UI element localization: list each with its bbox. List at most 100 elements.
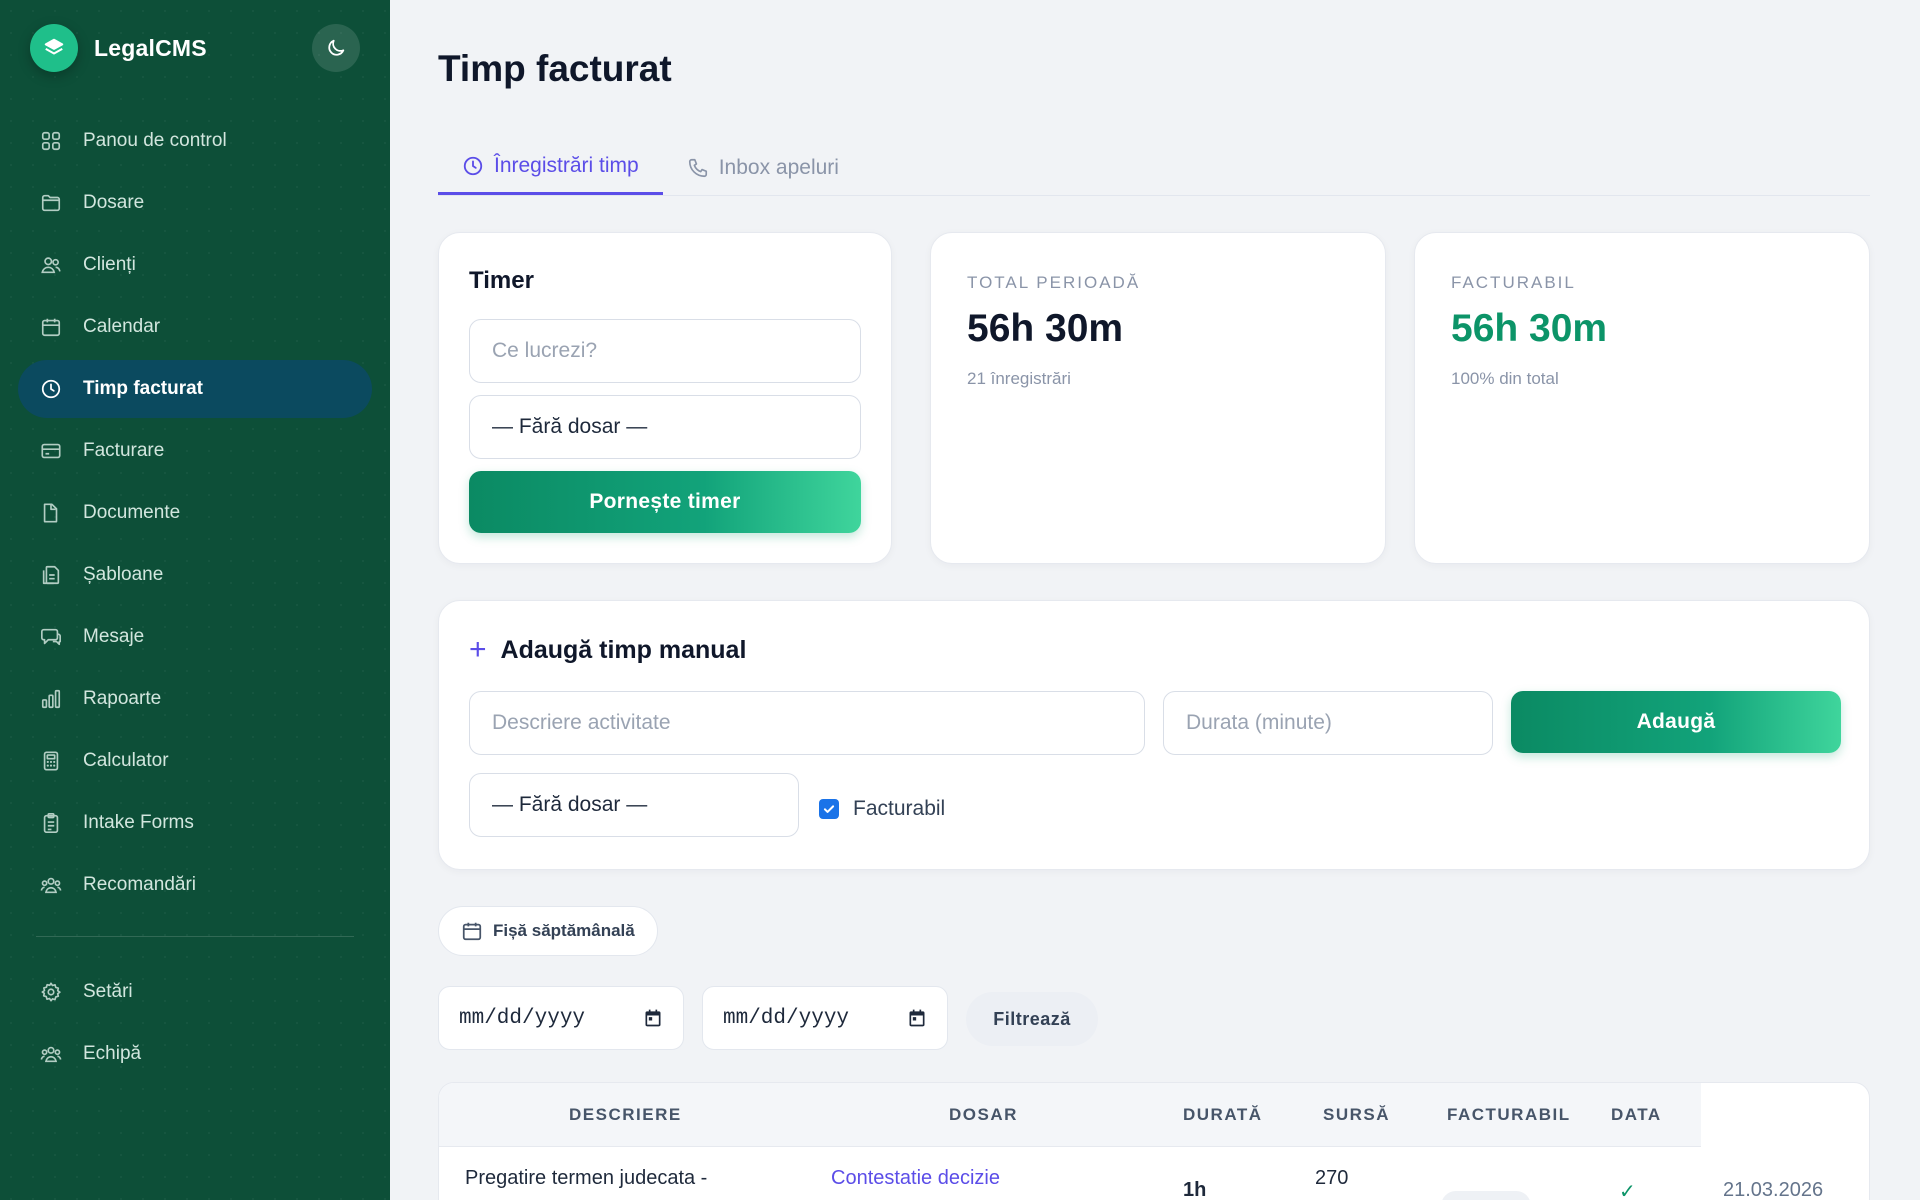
column-header-date: DATA (1611, 1105, 1662, 1124)
total-period-value: 56h 30m (967, 307, 1124, 350)
team-icon (38, 1041, 64, 1067)
table-row[interactable]: Pregatire termen judecata - Contestatie … (439, 1147, 1869, 1200)
billable-card: FACTURABIL 56h 30m 100% din total (1414, 232, 1870, 564)
calendar-icon (38, 314, 64, 340)
sidebar-item-invoicing[interactable]: Facturare (18, 422, 372, 480)
templates-icon (38, 562, 64, 588)
timer-title: Timer (469, 267, 534, 294)
moon-icon (325, 37, 347, 59)
sidebar-item-billed-time[interactable]: Timp facturat (18, 360, 372, 418)
sidebar-item-label: Documente (83, 502, 181, 523)
sidebar-item-calendar[interactable]: Calendar (18, 298, 372, 356)
sidebar-item-cases[interactable]: Dosare (18, 174, 372, 232)
cell-case-link[interactable]: Contestatie decizie (831, 1167, 1000, 1190)
calendar-picker-icon[interactable] (643, 1008, 663, 1028)
sidebar-item-label: Echipă (83, 1043, 142, 1064)
sidebar-item-label: Recomandări (83, 874, 196, 895)
total-period-label: TOTAL PERIOADĂ (967, 273, 1141, 292)
credit-card-icon (38, 438, 64, 464)
clock-icon (462, 155, 484, 177)
cell-date: 21.03.2026 (1723, 1179, 1824, 1200)
tab-label: Inbox apeluri (718, 155, 839, 179)
sidebar-item-reports[interactable]: Rapoarte (18, 670, 372, 728)
sidebar-item-label: Calculator (83, 750, 169, 771)
sidebar-item-intake-forms[interactable]: Intake Forms (18, 794, 372, 852)
sidebar-item-team[interactable]: Echipă (18, 1025, 372, 1083)
duration-minutes-input[interactable]: Durata (minute) (1163, 691, 1493, 755)
clipboard-icon (38, 810, 64, 836)
placeholder-text: Ce lucrezi? (492, 339, 598, 362)
tab-time-entries[interactable]: Înregistrări timp (438, 140, 663, 195)
date-to-input[interactable]: mm/dd/yyyy (702, 986, 948, 1050)
total-period-sub: 21 înregistrări (967, 369, 1071, 388)
tab-call-inbox[interactable]: Inbox apeluri (663, 140, 863, 195)
billable-sub: 100% din total (1451, 369, 1559, 388)
sidebar-item-templates[interactable]: Șabloane (18, 546, 372, 604)
billable-value: 56h 30m (1451, 307, 1608, 350)
calendar-picker-icon[interactable] (907, 1008, 927, 1028)
column-header-billable: FACTURABIL (1447, 1105, 1571, 1124)
date-from-value: mm/dd/yyyy (459, 1006, 586, 1030)
bar-chart-icon (38, 686, 64, 712)
sidebar-item-settings[interactable]: Setări (18, 963, 372, 1021)
calendar-icon (461, 920, 483, 942)
manual-title: + Adaugă timp manual (469, 635, 746, 665)
timer-card: Timer Ce lucrezi? — Fără dosar — Porneșt… (438, 232, 892, 564)
table-header: DESCRIERE DOSAR DURATĂ SURSĂ FACTURABIL … (439, 1083, 1701, 1147)
theme-toggle-button[interactable] (312, 24, 360, 72)
users-icon (38, 252, 64, 278)
sidebar: LegalCMS Panou de control Dosare Clienți… (0, 0, 390, 1200)
timer-description-input[interactable]: Ce lucrezi? (469, 319, 861, 383)
cell-billable-check: ✓ (1619, 1181, 1636, 1200)
sidebar-item-label: Rapoarte (83, 688, 162, 709)
plus-icon: + (469, 633, 487, 666)
page-title: Timp facturat (438, 48, 672, 89)
select-value: — Fără dosar — (492, 793, 648, 816)
source-badge: MANUAL (1441, 1191, 1532, 1200)
sidebar-item-messages[interactable]: Mesaje (18, 608, 372, 666)
sidebar-nav: Panou de control Dosare Clienți Calendar… (18, 112, 372, 1087)
phone-icon (687, 157, 709, 179)
column-header-description: DESCRIERE (569, 1105, 682, 1124)
add-button[interactable]: Adaugă (1511, 691, 1841, 753)
document-icon (38, 500, 64, 526)
column-header-case: DOSAR (949, 1105, 1018, 1124)
sidebar-item-label: Intake Forms (83, 812, 194, 833)
sidebar-item-label: Timp facturat (83, 378, 204, 399)
tab-label: Înregistrări timp (494, 154, 639, 177)
timer-case-select[interactable]: — Fără dosar — (469, 395, 861, 459)
weekly-sheet-button[interactable]: Fișă săptămânală (438, 906, 658, 956)
logo-icon (30, 24, 78, 72)
app-name: LegalCMS (94, 34, 207, 61)
sidebar-divider (36, 936, 354, 937)
sidebar-item-dashboard[interactable]: Panou de control (18, 112, 372, 170)
filter-button[interactable]: Filtrează (966, 992, 1098, 1046)
button-label: Adaugă (1636, 710, 1716, 733)
start-timer-button[interactable]: Pornește timer (469, 471, 861, 533)
sidebar-item-label: Dosare (83, 192, 145, 213)
placeholder-text: Descriere activitate (492, 711, 671, 734)
sidebar-item-calculator[interactable]: Calculator (18, 732, 372, 790)
time-entries-table: DESCRIERE DOSAR DURATĂ SURSĂ FACTURABIL … (438, 1082, 1870, 1200)
column-header-duration: DURATĂ (1183, 1105, 1263, 1124)
billable-checkbox-label: Facturabil (853, 797, 946, 820)
column-header-source: SURSĂ (1323, 1105, 1391, 1124)
sidebar-item-label: Panou de control (83, 130, 227, 151)
sidebar-item-documents[interactable]: Documente (18, 484, 372, 542)
gear-icon (38, 979, 64, 1005)
date-from-input[interactable]: mm/dd/yyyy (438, 986, 684, 1050)
placeholder-text: Durata (minute) (1186, 711, 1332, 734)
calculator-icon (38, 748, 64, 774)
messages-icon (38, 624, 64, 650)
sidebar-item-clients[interactable]: Clienți (18, 236, 372, 294)
manual-case-select[interactable]: — Fără dosar — (469, 773, 799, 837)
brand[interactable]: LegalCMS (30, 24, 207, 72)
cell-source-minutes: 270 (1315, 1167, 1349, 1189)
cell-duration: 1h (1183, 1179, 1207, 1200)
sidebar-item-referrals[interactable]: Recomandări (18, 856, 372, 914)
billable-label: FACTURABIL (1451, 273, 1576, 292)
sidebar-item-label: Facturare (83, 440, 165, 461)
button-label: Fișă săptămânală (493, 921, 635, 940)
activity-description-input[interactable]: Descriere activitate (469, 691, 1145, 755)
billable-checkbox[interactable] (819, 799, 839, 819)
